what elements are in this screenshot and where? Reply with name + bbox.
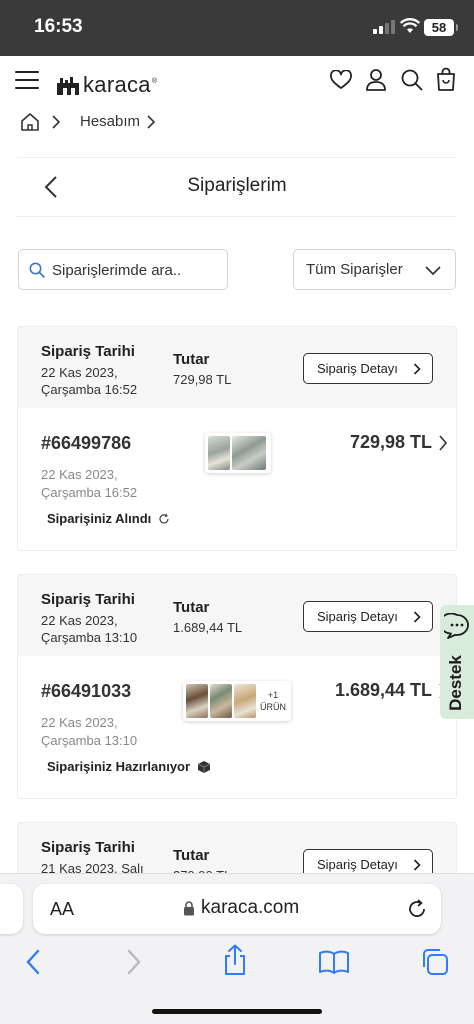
order-card-header: Sipariş Tarihi 22 Kas 2023, Çarşamba 16:… (18, 327, 456, 408)
order-search-input[interactable] (52, 259, 222, 281)
order-date-line: 22 Kas 2023, (41, 467, 118, 482)
page-title-bar: Siparişlerim (17, 157, 457, 217)
heart-icon[interactable] (330, 70, 352, 90)
product-thumbnail (234, 684, 256, 718)
order-status-text: Siparişiniz Hazırlanıyor (47, 759, 191, 774)
order-date-line: 22 Kas 2023, (41, 715, 118, 730)
browser-back-icon[interactable] (25, 949, 41, 975)
refresh-icon (159, 513, 169, 523)
order-detail-button-label: Sipariş Detayı (317, 361, 398, 376)
order-amount: 729,98 TL (173, 372, 232, 387)
chevron-right-icon[interactable] (438, 435, 448, 451)
order-date-line: Çarşamba 13:10 (41, 630, 138, 645)
logo-text: karaca (83, 72, 151, 97)
package-icon (197, 760, 211, 773)
order-card[interactable]: Sipariş Tarihi 22 Kas 2023, Çarşamba 16:… (17, 326, 457, 551)
status-time: 16:53 (34, 16, 83, 37)
chevron-right-icon (413, 859, 421, 871)
breadcrumb-account-link[interactable]: Hesabım (80, 113, 140, 130)
order-detail-button-label: Sipariş Detayı (317, 857, 398, 872)
more-products-count: +1 (267, 690, 279, 700)
support-tab[interactable]: Destek (440, 605, 474, 719)
order-amount: 1.689,44 TL (173, 620, 243, 635)
karaca-logo-mark-icon (57, 77, 79, 95)
wifi-icon (400, 18, 420, 33)
amount-label: Tutar (173, 599, 210, 616)
order-date: 22 Kas 2023, Çarşamba 16:52 (41, 364, 171, 398)
order-card[interactable]: Sipariş Tarihi 22 Kas 2023, Çarşamba 13:… (17, 574, 457, 799)
breadcrumb: Hesabım (0, 108, 474, 136)
logo-registered-mark: ® (151, 78, 158, 85)
address-url-text: karaca.com (201, 897, 300, 918)
order-search-box[interactable] (18, 249, 228, 290)
order-status: Siparişiniz Hazırlanıyor (47, 759, 211, 774)
order-date-line: Çarşamba 16:52 (41, 382, 138, 397)
order-detail-button[interactable]: Sipariş Detayı (303, 601, 433, 632)
order-number: #66491033 (41, 681, 132, 701)
browser-forward-icon[interactable] (126, 949, 142, 975)
order-total: 1.689,44 TL (334, 680, 432, 700)
order-detail-button-label: Sipariş Detayı (317, 609, 398, 624)
filter-selected-value: Tüm Siparişler (306, 261, 403, 278)
chevron-right-icon (413, 363, 421, 375)
reader-options-button[interactable]: AA (50, 899, 74, 920)
order-date: 22 Kas 2023, Çarşamba 13:10 (41, 612, 171, 646)
cellular-signal-icon (373, 20, 395, 34)
search-icon (29, 262, 45, 278)
more-products-label: ÜRÜN (260, 702, 286, 712)
order-date-label: Sipariş Tarihi (41, 839, 135, 856)
menu-icon[interactable] (15, 70, 39, 90)
search-icon[interactable] (401, 69, 423, 91)
order-card-header: Sipariş Tarihi 22 Kas 2023, Çarşamba 13:… (18, 575, 456, 656)
chevron-right-icon (52, 115, 61, 129)
order-date-line: Çarşamba 16:52 (41, 485, 138, 500)
order-date-line: 22 Kas 2023, (41, 365, 118, 380)
home-icon[interactable] (20, 112, 40, 132)
order-detail-button[interactable]: Sipariş Detayı (303, 353, 433, 384)
support-label: Destek (446, 655, 465, 711)
address-bar[interactable]: AA karaca.com (33, 884, 441, 934)
amount-label: Tutar (173, 351, 210, 368)
product-thumbnail (210, 684, 232, 718)
more-products-badge: +1 ÜRÜN (258, 684, 288, 718)
chevron-right-icon (413, 611, 421, 623)
order-date-label: Sipariş Tarihi (41, 591, 135, 608)
amount-label: Tutar (173, 847, 210, 864)
order-date-secondary: 22 Kas 2023, Çarşamba 13:10 (41, 714, 181, 750)
order-date-line: Çarşamba 13:10 (41, 733, 138, 748)
product-thumbnails (205, 433, 271, 473)
previous-tab-preview[interactable] (0, 884, 23, 934)
product-thumbnail (186, 684, 208, 718)
share-icon[interactable] (222, 944, 248, 976)
address-url[interactable]: karaca.com (183, 897, 299, 919)
battery-icon: 58 (424, 19, 458, 36)
tabs-icon[interactable] (421, 948, 449, 976)
order-number: #66499786 (41, 433, 132, 453)
user-icon[interactable] (365, 68, 387, 92)
shopping-bag-icon[interactable] (436, 67, 456, 92)
status-bar: 16:53 58 (0, 0, 474, 56)
product-thumbnail (208, 436, 230, 470)
bookmarks-icon[interactable] (318, 950, 350, 974)
reload-icon[interactable] (406, 898, 428, 920)
product-thumbnail (232, 436, 266, 470)
order-date-secondary: 22 Kas 2023, Çarşamba 16:52 (41, 466, 181, 502)
order-total: 729,98 TL (349, 432, 432, 452)
chevron-right-icon (147, 115, 156, 129)
order-date-label: Sipariş Tarihi (41, 343, 135, 360)
page-title: Siparişlerim (187, 175, 287, 196)
order-filter-select[interactable]: Tüm Siparişler (293, 249, 456, 290)
browser-bottom-bar: AA karaca.com (0, 873, 474, 1024)
chat-support-icon (444, 613, 469, 639)
home-indicator (152, 1009, 322, 1014)
site-header: karaca ® (0, 56, 474, 106)
order-status: Siparişiniz Alındı (47, 511, 170, 526)
product-thumbnails: +1 ÜRÜN (183, 681, 291, 721)
karaca-logo[interactable]: karaca ® (56, 70, 157, 96)
chevron-down-icon (425, 266, 441, 276)
lock-icon (184, 900, 194, 915)
order-date-line: 22 Kas 2023, (41, 613, 118, 628)
order-status-text: Siparişiniz Alındı (47, 511, 152, 526)
